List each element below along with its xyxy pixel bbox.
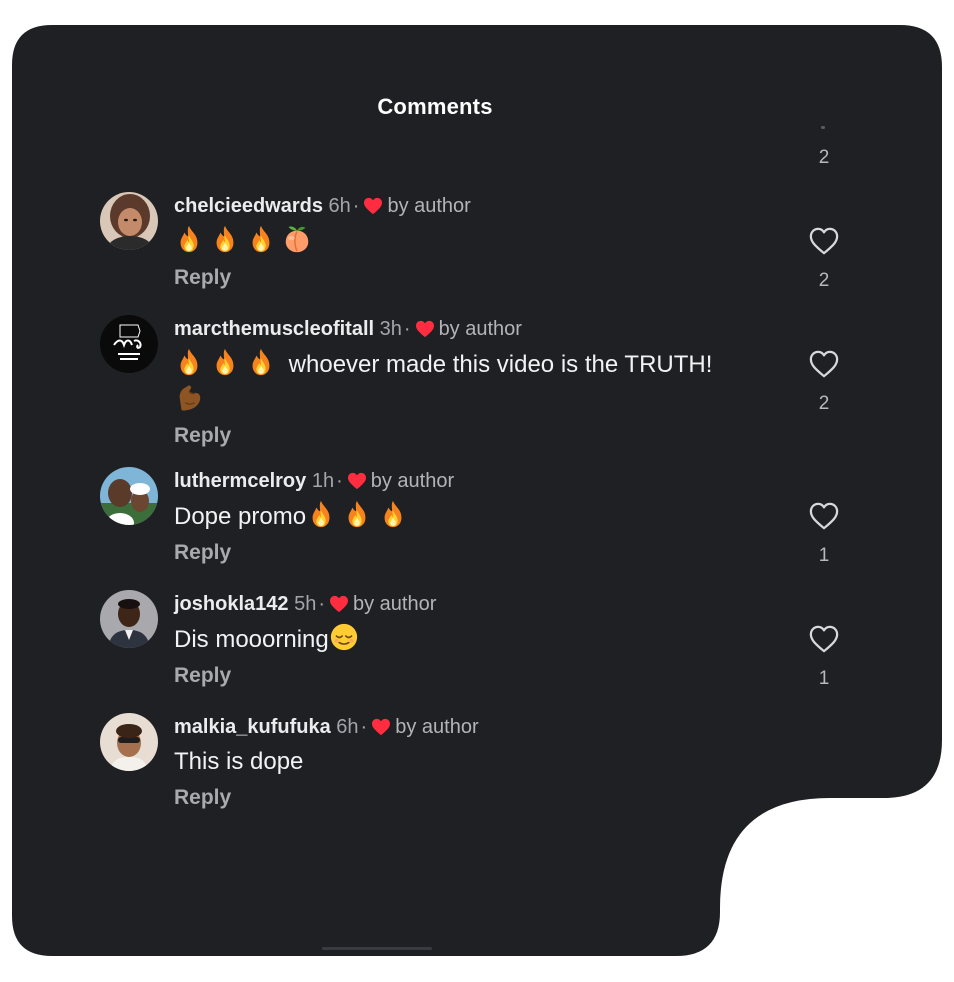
- fire-icon: [210, 224, 240, 254]
- liked-by-author: by author: [353, 593, 437, 615]
- avatar[interactable]: [100, 713, 158, 771]
- heart-filled-icon: [347, 472, 367, 490]
- comment-username[interactable]: joshokla142: [174, 593, 289, 615]
- like-control[interactable]: 2: [806, 349, 842, 415]
- liked-by-author: by author: [387, 195, 471, 217]
- comment-username[interactable]: marcthemuscleofitall: [174, 318, 374, 340]
- comment-meta: marcthemuscleofitall 3h · by author: [174, 315, 784, 343]
- fire-icon: [246, 347, 276, 377]
- comment-username[interactable]: chelcieedwards: [174, 195, 323, 217]
- comment-text-content: Dope promo: [174, 503, 307, 530]
- comment-meta: chelcieedwards 6h · by author: [174, 192, 784, 220]
- comment-time: 3h: [379, 318, 402, 340]
- comments-panel: Comments 2 chelcieedwards 6h·by author: [0, 0, 954, 982]
- reply-button[interactable]: Reply: [174, 538, 784, 568]
- separator-dot: ·: [352, 195, 360, 217]
- comment-time: 6h: [328, 195, 351, 217]
- liked-by-author: by author: [395, 716, 479, 738]
- avatar[interactable]: [100, 590, 158, 648]
- fire-icon: [174, 347, 204, 377]
- reply-button[interactable]: Reply: [174, 263, 784, 293]
- scroll-remnant: [821, 126, 825, 129]
- like-control[interactable]: 1: [806, 501, 842, 567]
- comment-meta: malkia_kufufuka 6h · by author: [174, 713, 784, 741]
- heart-outline-icon[interactable]: [808, 624, 840, 654]
- heart-filled-icon: [371, 718, 391, 736]
- comment-meta: luthermcelroy 1h · by author: [174, 467, 784, 495]
- heart-outline-icon[interactable]: [808, 349, 840, 379]
- comment-text: whoever made this video is the TRUTH!: [174, 347, 784, 417]
- avatar[interactable]: [100, 467, 158, 525]
- reply-button[interactable]: Reply: [174, 661, 784, 691]
- peach-icon: [282, 224, 312, 254]
- comment-time: 1h: [311, 470, 335, 492]
- heart-outline-icon[interactable]: [808, 226, 840, 256]
- like-control[interactable]: 2: [806, 226, 842, 292]
- fire-icon: [246, 224, 276, 254]
- like-count: 2: [818, 270, 830, 291]
- comment-time: 5h: [294, 593, 317, 615]
- comment-meta: joshokla142 5h · by author: [174, 590, 784, 618]
- comment-text: Dis mooorning: [174, 622, 784, 657]
- heart-outline-icon[interactable]: [808, 501, 840, 531]
- reply-button[interactable]: Reply: [174, 421, 784, 451]
- relieved-face-icon: [329, 622, 359, 652]
- home-indicator: [322, 947, 432, 950]
- comment-text-content: whoever made this video is the TRUTH!: [288, 351, 713, 378]
- heart-filled-icon: [363, 197, 383, 215]
- like-count: 2: [818, 147, 830, 168]
- separator-dot: ·: [318, 593, 325, 615]
- heart-filled-icon: [329, 595, 349, 613]
- heart-filled-icon: [415, 320, 435, 338]
- reply-button[interactable]: Reply: [174, 783, 784, 813]
- comment-text: This is dope: [174, 745, 784, 779]
- comment-username[interactable]: luthermcelroy: [174, 470, 306, 492]
- fire-icon: [306, 499, 336, 529]
- like-count: 2: [818, 393, 830, 414]
- comment-text: Dope promo: [174, 499, 784, 534]
- like-count: 1: [818, 668, 830, 689]
- fire-icon: [210, 347, 240, 377]
- separator-dot: ·: [360, 716, 368, 738]
- comment-time: 6h: [336, 716, 359, 738]
- comment-text-content: Dis mooorning: [174, 626, 329, 653]
- liked-by-author: by author: [370, 470, 455, 492]
- comment-username[interactable]: malkia_kufufuka: [174, 716, 331, 738]
- comment-text: [174, 224, 784, 259]
- comment-text-content: This is dope: [174, 748, 304, 775]
- fire-icon: [174, 224, 204, 254]
- liked-by-author: by author: [438, 318, 522, 340]
- avatar[interactable]: [100, 192, 158, 250]
- separator-dot: ·: [336, 470, 343, 492]
- fire-icon: [378, 499, 408, 529]
- separator-dot: ·: [403, 318, 411, 340]
- like-count: 1: [818, 545, 830, 566]
- flexed-biceps-icon: [174, 382, 204, 412]
- like-control[interactable]: 1: [806, 624, 842, 690]
- fire-icon: [342, 499, 372, 529]
- avatar[interactable]: [100, 315, 158, 373]
- page-title: Comments: [377, 94, 493, 119]
